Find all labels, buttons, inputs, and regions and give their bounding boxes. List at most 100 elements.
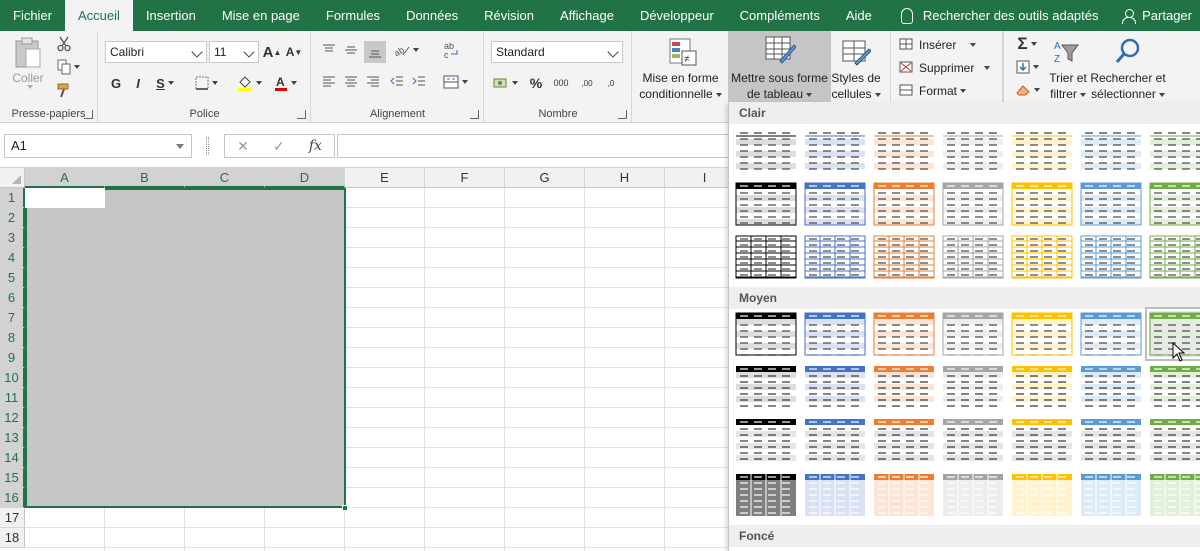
fill-button[interactable]	[1012, 58, 1042, 76]
column-header-b[interactable]: B	[105, 168, 185, 188]
table-style-swatch[interactable]	[1080, 472, 1142, 518]
row-header-3[interactable]: 3	[0, 228, 25, 248]
row-header-10[interactable]: 10	[0, 368, 25, 388]
merge-center-button[interactable]	[440, 73, 470, 91]
font-size-combo[interactable]: 11	[209, 41, 259, 63]
enter-icon[interactable]: ✓	[273, 138, 285, 155]
underline-button[interactable]: S	[151, 73, 179, 93]
row-header-7[interactable]: 7	[0, 308, 25, 328]
row-header-9[interactable]: 9	[0, 348, 25, 368]
increase-decimal-button[interactable]: ,00	[577, 73, 597, 93]
format-painter-button[interactable]	[55, 81, 73, 99]
table-style-swatch[interactable]	[942, 234, 1004, 280]
table-style-swatch[interactable]	[1080, 181, 1142, 227]
delete-cells-button[interactable]: Supprimer	[899, 59, 995, 77]
find-select-button[interactable]: Rechercher et sélectionner	[1090, 33, 1166, 103]
align-bottom-button[interactable]	[364, 41, 386, 63]
table-style-swatch[interactable]	[1149, 234, 1200, 280]
font-color-button[interactable]: A	[269, 73, 301, 93]
table-style-swatch[interactable]	[1011, 472, 1073, 518]
table-style-swatch[interactable]	[1011, 181, 1073, 227]
table-style-swatch[interactable]	[1149, 128, 1200, 174]
table-style-swatch[interactable]	[804, 417, 866, 463]
table-style-swatch[interactable]	[735, 472, 797, 518]
table-style-swatch[interactable]	[1080, 311, 1142, 357]
table-style-swatch[interactable]	[873, 311, 935, 357]
align-middle-button[interactable]	[342, 41, 360, 59]
column-header-c[interactable]: C	[185, 168, 265, 188]
column-header-a[interactable]: A	[25, 168, 105, 188]
table-style-swatch[interactable]	[1011, 417, 1073, 463]
table-style-swatch[interactable]	[942, 181, 1004, 227]
wrap-text-button[interactable]: ab c	[440, 39, 462, 61]
share-button[interactable]: Partager	[1122, 0, 1192, 31]
column-header-h[interactable]: H	[585, 168, 665, 188]
table-style-swatch[interactable]	[873, 234, 935, 280]
column-header-i[interactable]: I	[665, 168, 728, 188]
percent-button[interactable]: %	[527, 73, 545, 93]
row-header-4[interactable]: 4	[0, 248, 25, 268]
dialog-launcher-icon[interactable]	[470, 110, 479, 119]
table-style-swatch[interactable]	[1149, 417, 1200, 463]
dialog-launcher-icon[interactable]	[618, 110, 627, 119]
shrink-font-button[interactable]: A ▼	[285, 42, 303, 62]
bold-button[interactable]: G	[107, 73, 125, 93]
tab-fichier[interactable]: Fichier	[0, 0, 65, 31]
table-style-swatch[interactable]	[873, 181, 935, 227]
column-header-f[interactable]: F	[425, 168, 505, 188]
align-right-button[interactable]	[364, 73, 382, 91]
conditional-formatting-button[interactable]: ≠ Mise en forme conditionnelle	[633, 33, 728, 103]
row-header-2[interactable]: 2	[0, 208, 25, 228]
fill-color-button[interactable]	[233, 73, 265, 93]
tab-insertion[interactable]: Insertion	[133, 0, 209, 31]
decrease-indent-button[interactable]	[388, 73, 406, 91]
table-style-swatch[interactable]	[804, 181, 866, 227]
tab-mise-en-page[interactable]: Mise en page	[209, 0, 313, 31]
row-header-6[interactable]: 6	[0, 288, 25, 308]
table-style-swatch[interactable]	[735, 234, 797, 280]
table-style-swatch[interactable]	[735, 311, 797, 357]
row-header-11[interactable]: 11	[0, 388, 25, 408]
tab-données[interactable]: Données	[393, 0, 471, 31]
row-header-15[interactable]: 15	[0, 468, 25, 488]
table-style-swatch[interactable]	[1011, 364, 1073, 410]
row-header-13[interactable]: 13	[0, 428, 25, 448]
row-header-5[interactable]: 5	[0, 268, 25, 288]
format-cells-button[interactable]: Format	[899, 82, 995, 100]
selected-range[interactable]	[25, 188, 346, 508]
table-style-swatch[interactable]	[804, 364, 866, 410]
tab-accueil[interactable]: Accueil	[65, 0, 133, 31]
table-style-swatch[interactable]	[735, 181, 797, 227]
autosum-button[interactable]: Σ	[1012, 34, 1042, 53]
row-header-8[interactable]: 8	[0, 328, 25, 348]
table-style-swatch[interactable]	[873, 417, 935, 463]
row-header-18[interactable]: 18	[0, 528, 25, 548]
align-center-button[interactable]	[342, 73, 360, 91]
splitter-handle[interactable]	[206, 137, 209, 155]
table-style-swatch[interactable]	[735, 128, 797, 174]
italic-button[interactable]: I	[129, 73, 147, 93]
row-header-16[interactable]: 16	[0, 488, 25, 508]
increase-indent-button[interactable]	[410, 73, 428, 91]
cancel-icon[interactable]: ✕	[237, 138, 249, 155]
grow-font-button[interactable]: A ▲	[263, 42, 282, 62]
tab-développeur[interactable]: Développeur	[627, 0, 727, 31]
copy-button[interactable]	[55, 58, 81, 76]
table-style-swatch[interactable]	[873, 128, 935, 174]
table-style-swatch[interactable]	[735, 364, 797, 410]
table-style-swatch[interactable]	[942, 364, 1004, 410]
name-box[interactable]: A1	[4, 134, 192, 158]
column-header-g[interactable]: G	[505, 168, 585, 188]
column-header-d[interactable]: D	[265, 168, 345, 188]
tab-aide[interactable]: Aide	[833, 0, 885, 31]
number-format-combo[interactable]: Standard	[491, 41, 623, 63]
row-header-1[interactable]: 1	[0, 188, 25, 208]
table-style-swatch[interactable]	[1080, 417, 1142, 463]
tell-me-search[interactable]: Rechercher des outils adaptés	[900, 7, 1099, 24]
table-style-swatch[interactable]	[804, 472, 866, 518]
borders-button[interactable]	[191, 73, 221, 93]
table-style-swatch[interactable]	[942, 128, 1004, 174]
fill-handle[interactable]	[342, 505, 348, 511]
table-style-swatch[interactable]	[1149, 181, 1200, 227]
table-style-swatch[interactable]	[942, 472, 1004, 518]
